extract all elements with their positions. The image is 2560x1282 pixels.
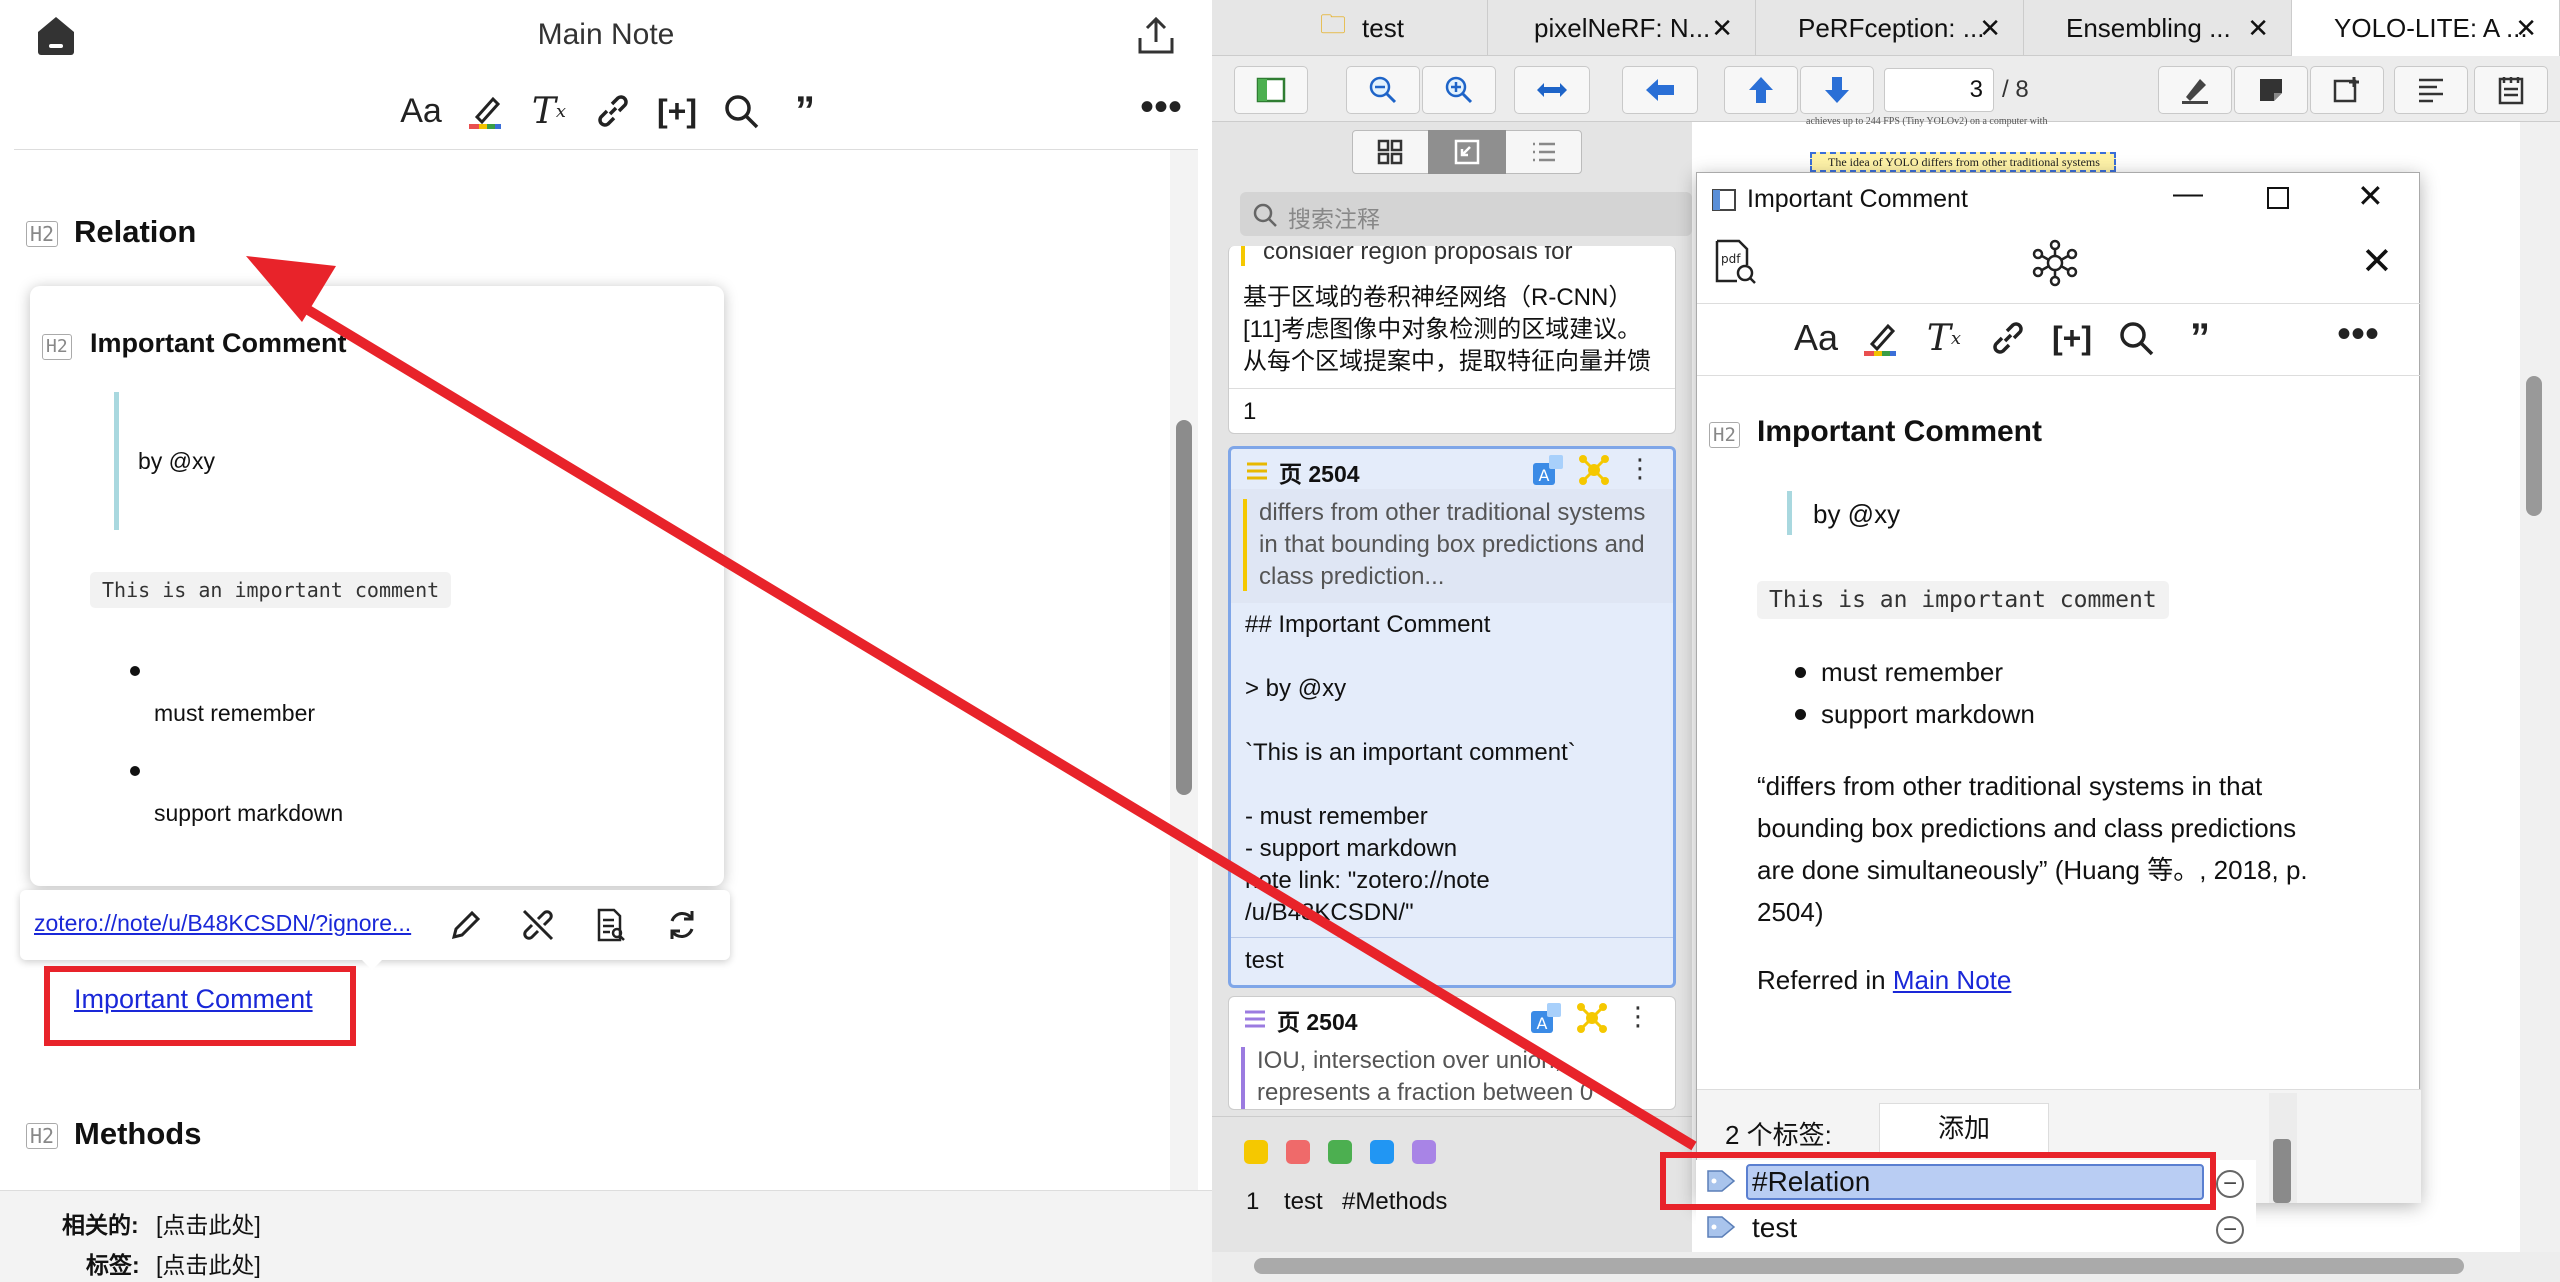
arrow-line	[287, 294, 1697, 1151]
annotation-arrow	[246, 256, 1697, 1151]
arrow-head	[246, 256, 336, 322]
